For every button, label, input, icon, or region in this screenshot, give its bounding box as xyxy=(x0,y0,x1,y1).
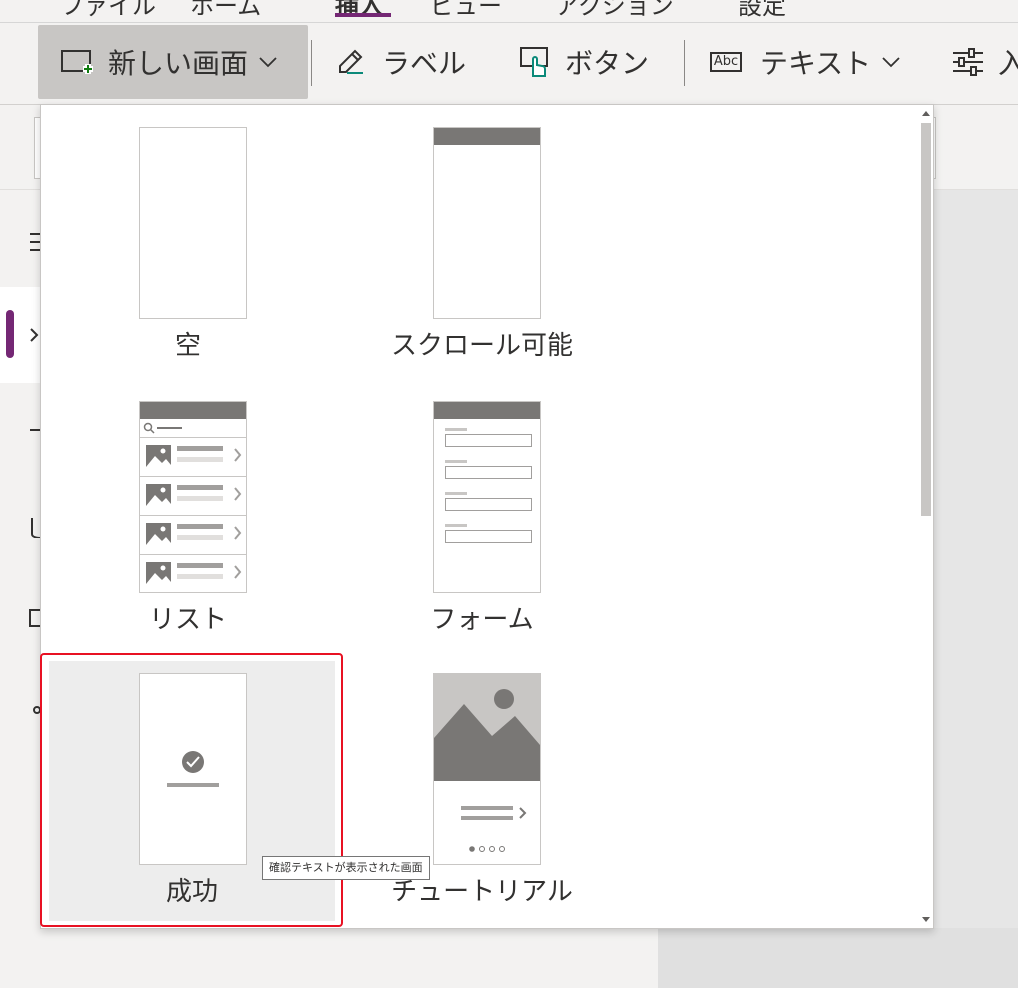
tab-settings[interactable]: 設定 xyxy=(738,0,786,21)
form-thumbnail-graphic xyxy=(434,402,540,543)
input-button-label: 入 xyxy=(998,47,1018,80)
chevron-down-icon xyxy=(258,56,278,68)
scroll-up-icon[interactable] xyxy=(922,111,930,116)
template-list[interactable]: リスト xyxy=(41,379,335,647)
list-thumbnail-graphic xyxy=(140,402,246,584)
template-blank-thumbnail xyxy=(139,127,247,319)
canvas-area xyxy=(658,928,1018,988)
new-screen-label: 新しい画面 xyxy=(108,47,249,80)
template-blank[interactable]: 空 xyxy=(41,105,335,373)
tree-pane xyxy=(98,928,658,988)
template-scrollable-label: スクロール可能 xyxy=(390,331,573,361)
template-list-thumbnail xyxy=(139,401,247,593)
left-nav-active-indicator xyxy=(6,310,14,358)
sliders-icon xyxy=(948,42,988,82)
tutorial-thumbnail-graphic xyxy=(434,674,540,852)
tab-insert[interactable]: 挿入 xyxy=(335,0,383,21)
scroll-down-icon[interactable] xyxy=(922,917,930,922)
new-screen-button[interactable]: 新しい画面 xyxy=(38,25,308,99)
input-button[interactable]: 入 xyxy=(948,25,1018,99)
tab-home[interactable]: ホーム xyxy=(190,0,261,21)
label-button-label: ラベル xyxy=(382,47,467,80)
template-form-thumbnail xyxy=(433,401,541,593)
tab-file[interactable]: ファイル xyxy=(60,0,156,21)
pencil-icon xyxy=(332,42,372,82)
text-button-label: テキスト xyxy=(760,47,872,80)
button-button[interactable]: ボタン xyxy=(515,25,649,99)
button-button-label: ボタン xyxy=(565,47,650,80)
dropdown-scrollbar[interactable] xyxy=(919,105,933,928)
template-scrollable[interactable]: スクロール可能 xyxy=(335,105,629,373)
menu-bar: ファイル ホーム 挿入 ビュー アクション 設定 xyxy=(0,0,1018,22)
template-form[interactable]: フォーム xyxy=(335,379,629,647)
ribbon-separator xyxy=(684,40,685,86)
new-screen-icon xyxy=(58,42,98,82)
template-form-label: フォーム xyxy=(430,605,534,635)
template-tutorial-thumbnail xyxy=(433,673,541,865)
ribbon-toolbar: 新しい画面 ラベル ボタン Abc テキスト 入 xyxy=(0,23,1018,105)
template-blank-label: 空 xyxy=(174,331,201,361)
text-button[interactable]: Abc テキスト xyxy=(702,25,901,99)
scroll-thumb[interactable] xyxy=(921,123,931,516)
label-button[interactable]: ラベル xyxy=(332,25,466,99)
tab-view[interactable]: ビュー xyxy=(430,0,502,21)
ribbon-separator xyxy=(311,40,312,86)
text-abc-icon: Abc xyxy=(702,42,750,82)
tab-action[interactable]: アクション xyxy=(555,0,674,21)
tap-button-icon xyxy=(515,42,555,82)
template-list-label: リスト xyxy=(148,605,227,635)
template-tooltip: 確認テキストが表示された画面 xyxy=(262,856,430,880)
template-scrollable-thumbnail xyxy=(433,127,541,319)
chevron-down-icon xyxy=(881,56,901,68)
thumbnail-header-bar xyxy=(434,128,540,145)
active-tab-indicator xyxy=(335,13,391,17)
selection-highlight-box xyxy=(40,653,343,927)
